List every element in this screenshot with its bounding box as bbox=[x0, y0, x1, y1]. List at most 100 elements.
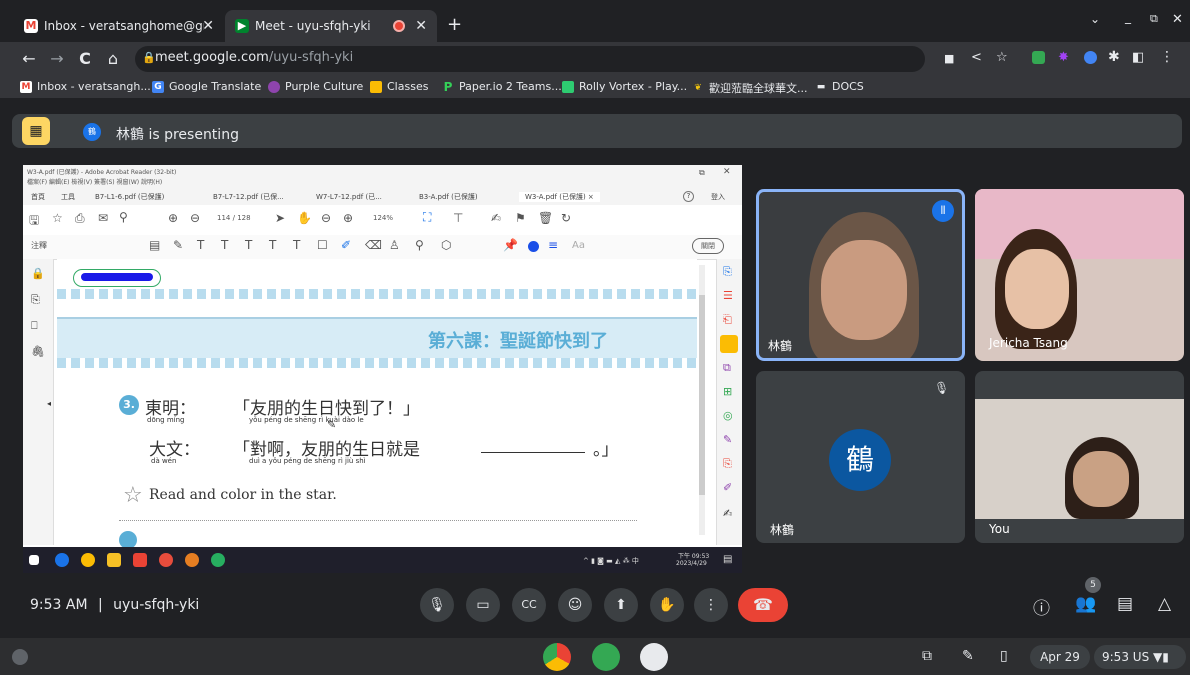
pinyin: duì a yǒu péng de shēng rì jiù shì bbox=[249, 457, 366, 465]
stamp-icon: ⚑ bbox=[515, 211, 526, 225]
line-width-icon: ≡ bbox=[548, 238, 559, 252]
classroom-app-icon[interactable] bbox=[592, 643, 620, 671]
page-indicator: 114 / 128 bbox=[217, 214, 251, 222]
fit-icon: ⛶ bbox=[423, 210, 432, 224]
bookmark-item[interactable]: G Google Translate bbox=[152, 80, 261, 93]
decor-dashes bbox=[57, 358, 697, 368]
activities-icon[interactable]: △ bbox=[1158, 594, 1171, 614]
minimize-icon[interactable]: _ bbox=[1125, 10, 1131, 24]
bookmark-item[interactable]: P Paper.io 2 Teams... bbox=[442, 80, 562, 93]
leave-call-button[interactable]: ☎ bbox=[738, 588, 788, 622]
acrobat-icon bbox=[133, 553, 147, 567]
star-icon[interactable]: ☆ bbox=[996, 50, 1008, 65]
participant-tile-presenter[interactable]: ⦀ 林鶴 bbox=[756, 189, 965, 361]
doc-tab: B7-L7-12.pdf (已保... bbox=[213, 193, 284, 201]
participant-tile[interactable]: Jericha Tsang bbox=[975, 189, 1184, 361]
camera-button[interactable]: ▭ bbox=[466, 588, 500, 622]
participant-name: 林鶴 bbox=[770, 523, 795, 537]
side-panel-icon[interactable]: ◧ bbox=[1132, 50, 1144, 65]
presenter-avatar: 鶴 bbox=[83, 123, 101, 141]
lock-icon: 🔒 bbox=[142, 51, 156, 64]
tray-date: 2023/4/29 bbox=[676, 560, 707, 567]
font-size-label: Aa bbox=[572, 240, 585, 251]
bookmark-label: Purple Culture bbox=[285, 80, 364, 93]
menu-bar: 檔案(F) 編輯(E) 檢視(V) 簽署(S) 視窗(W) 說明(H) bbox=[27, 179, 163, 186]
windows-taskbar: ^ ▮ ◙ ▬ ◭ ⁂ 中 下午 09:53 2023/4/29 ▤ bbox=[23, 547, 742, 573]
participant-name: Jericha Tsang bbox=[989, 336, 1068, 350]
vpn-app-icon[interactable] bbox=[640, 643, 668, 671]
extension-icon[interactable] bbox=[1032, 51, 1045, 64]
sign-icon: ✍ bbox=[491, 211, 502, 225]
forward-icon[interactable]: → bbox=[48, 50, 66, 68]
draw-icon: ✐ bbox=[341, 238, 352, 252]
url-text[interactable]: meet.google.com/uyu-sfqh-yki bbox=[155, 50, 353, 65]
close-tab-icon[interactable]: ✕ bbox=[415, 18, 427, 34]
meet-icon: ▶ bbox=[235, 19, 249, 33]
tab-meet[interactable]: ▶ Meet - uyu-sfqh-yki ✕ bbox=[225, 10, 437, 42]
chrome-icon[interactable] bbox=[543, 643, 571, 671]
participant-tile-self[interactable]: You bbox=[975, 371, 1184, 543]
bookmark-item[interactable]: Classes bbox=[370, 80, 428, 93]
clipboard-icon[interactable]: ▯ bbox=[1000, 648, 1008, 664]
eraser-icon: ⌫ bbox=[365, 238, 382, 252]
bookmark-item[interactable]: ▬ DOCS bbox=[815, 80, 864, 93]
participant-tile[interactable]: 🎙 鶴 林鶴 bbox=[756, 371, 965, 543]
acrobat-title-bar: W3-A.pdf (已保護) - Adobe Acrobat Reader (3… bbox=[23, 165, 742, 189]
present-button[interactable]: ⬆ bbox=[604, 588, 638, 622]
page-total: / 128 bbox=[232, 214, 251, 222]
new-tab-button[interactable]: + bbox=[447, 14, 462, 35]
extension-icon[interactable] bbox=[1084, 51, 1097, 64]
chat-icon[interactable]: ▤ bbox=[1117, 594, 1133, 614]
menu-kebab-icon[interactable]: ⋮ bbox=[1160, 49, 1174, 65]
people-icon[interactable]: 👥 bbox=[1075, 594, 1096, 614]
back-icon[interactable]: ← bbox=[20, 50, 38, 68]
search-icon: ⚲ bbox=[119, 210, 128, 224]
textfield-icon: ☐ bbox=[317, 238, 328, 252]
date-pill[interactable]: Apr 29 bbox=[1030, 645, 1090, 669]
share-icon[interactable]: < bbox=[971, 50, 982, 65]
close-annotate-button: 關閉 bbox=[692, 238, 724, 254]
browser-tab-strip: M Inbox - veratsanghome@gmail.c ✕ ▶ Meet… bbox=[0, 0, 1190, 42]
star-icon: ☆ bbox=[52, 211, 63, 225]
captions-button[interactable]: CC bbox=[512, 588, 546, 622]
chrome-app-icon bbox=[159, 553, 173, 567]
shared-screen: W3-A.pdf (已保護) - Adobe Acrobat Reader (3… bbox=[23, 165, 742, 573]
status-tray[interactable]: 9:53 US ▼▮ bbox=[1094, 645, 1186, 669]
launcher-icon[interactable] bbox=[12, 649, 28, 665]
tool-icon: ✐ bbox=[723, 481, 733, 494]
bookmark-item[interactable]: M Inbox - veratsangh... bbox=[20, 80, 151, 93]
window-title: W3-A.pdf (已保護) - Adobe Acrobat Reader (3… bbox=[27, 169, 177, 176]
bookmark-label: Paper.io 2 Teams... bbox=[459, 80, 562, 93]
bookmark-item[interactable]: Purple Culture bbox=[268, 80, 363, 93]
bookmark-item[interactable]: Rolly Vortex - Play... bbox=[562, 80, 687, 93]
restore-icon[interactable]: ⧉ bbox=[1150, 12, 1158, 26]
screen-capture-icon[interactable]: ⧉ bbox=[922, 648, 932, 664]
leaf-icon: ❦ bbox=[694, 83, 702, 93]
raise-hand-button[interactable]: ✋ bbox=[650, 588, 684, 622]
close-tab-icon[interactable]: ✕ bbox=[202, 18, 214, 34]
url-host: meet.google.com bbox=[155, 50, 269, 65]
mic-off-icon: 🎙 bbox=[934, 381, 950, 395]
extension-icon[interactable]: ✸ bbox=[1058, 50, 1069, 65]
close-window-icon[interactable]: ✕ bbox=[1172, 12, 1183, 27]
bookmark-label: Classes bbox=[387, 80, 429, 93]
home-icon[interactable]: ⌂ bbox=[104, 50, 122, 68]
avatar: 鶴 bbox=[829, 429, 891, 491]
reload-icon[interactable]: C bbox=[76, 50, 94, 68]
bookmark-item[interactable]: ❦ 歡迎蒞臨全球華文... bbox=[692, 80, 807, 96]
presentation-icon[interactable]: ▦ bbox=[22, 117, 50, 145]
collapse-icon: ◂ bbox=[47, 399, 52, 408]
tab-search-icon[interactable]: ⌄ bbox=[1090, 12, 1100, 26]
reactions-button[interactable]: ☺ bbox=[558, 588, 592, 622]
divider bbox=[119, 520, 637, 521]
more-options-button[interactable]: ⋮ bbox=[694, 588, 728, 622]
stylus-icon[interactable]: ✎ bbox=[962, 648, 974, 664]
right-tools-rail: ⎘ ☰ ⎗ ⧉ ⊞ ◎ ✎ ⎘ ✐ ✍ bbox=[716, 259, 742, 545]
pinyin: dà wén bbox=[151, 457, 177, 465]
microphone-button[interactable]: 🎙 bbox=[420, 588, 454, 622]
camera-in-use-icon[interactable]: ■ bbox=[944, 52, 954, 65]
puzzle-extensions-icon[interactable]: ✱ bbox=[1108, 49, 1120, 65]
tab-gmail[interactable]: M Inbox - veratsanghome@gmail.c ✕ bbox=[14, 10, 224, 42]
doc-tab: B3-A.pdf (已保護) bbox=[419, 193, 478, 201]
info-icon[interactable]: ⓘ bbox=[1033, 594, 1050, 619]
